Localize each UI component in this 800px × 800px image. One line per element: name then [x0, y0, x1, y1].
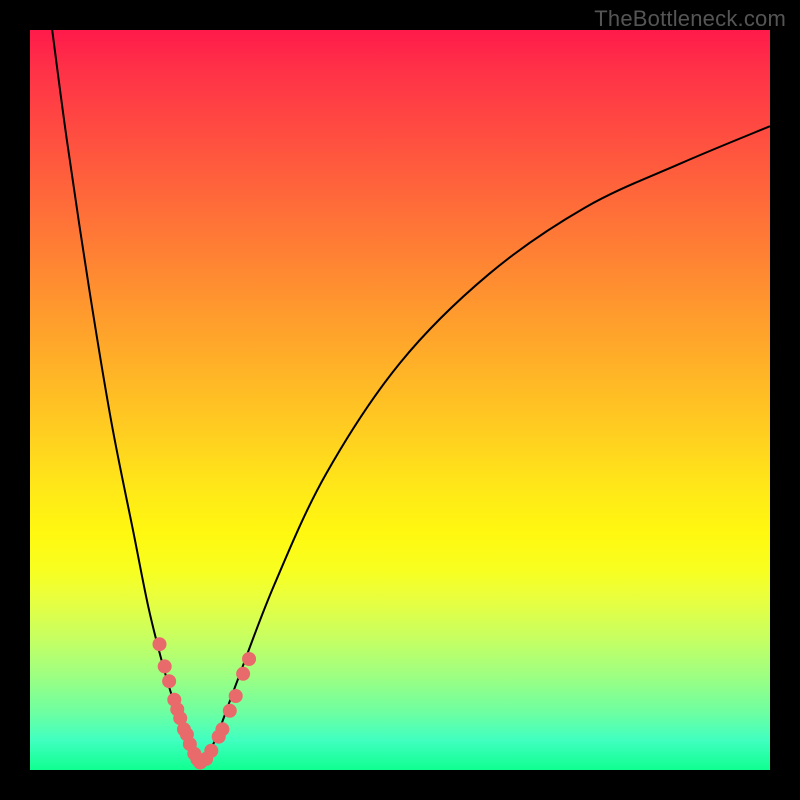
data-point-marker: [162, 674, 176, 688]
chart-plot-area: [30, 30, 770, 770]
curve-right-branch: [200, 126, 770, 766]
data-point-marker: [236, 667, 250, 681]
data-markers: [153, 637, 257, 769]
data-point-marker: [204, 744, 218, 758]
data-point-marker: [215, 722, 229, 736]
data-point-marker: [153, 637, 167, 651]
watermark-text: TheBottleneck.com: [594, 6, 786, 32]
data-point-marker: [229, 689, 243, 703]
curve-left-branch: [52, 30, 200, 766]
data-point-marker: [223, 704, 237, 718]
data-point-marker: [242, 652, 256, 666]
chart-svg: [30, 30, 770, 770]
data-point-marker: [158, 659, 172, 673]
